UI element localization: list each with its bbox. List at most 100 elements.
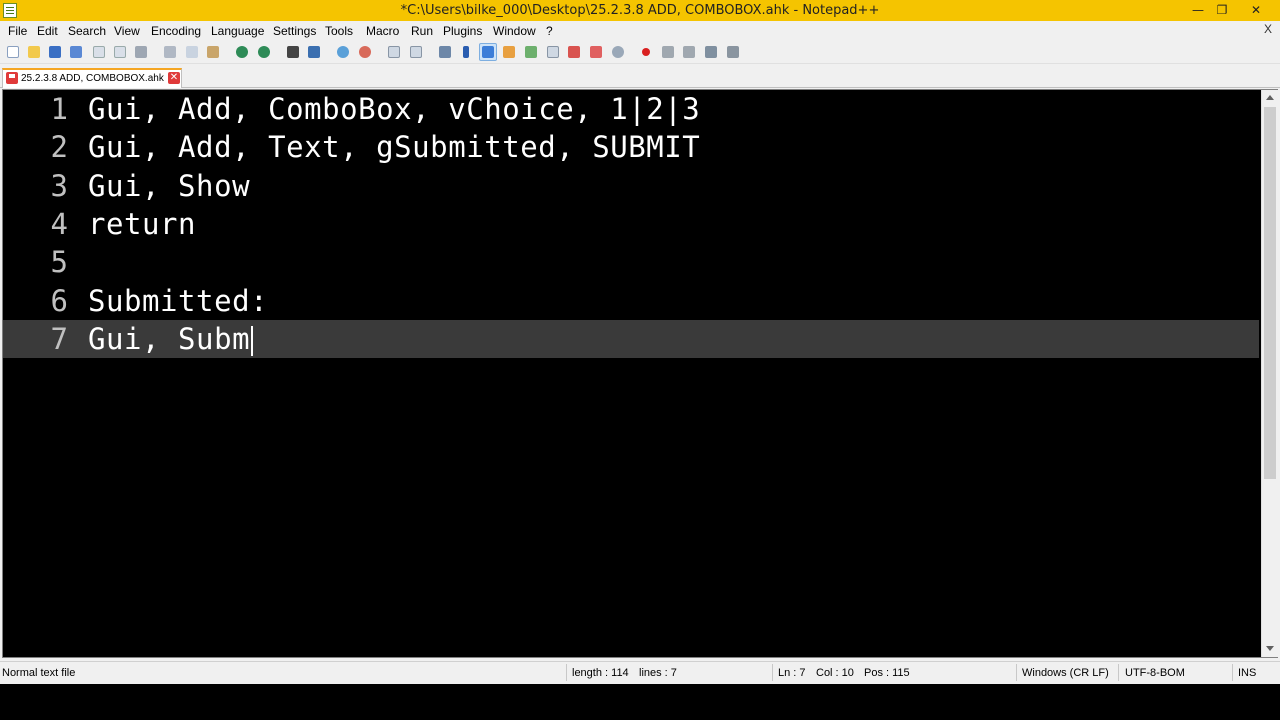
line-number: 3: [50, 169, 68, 203]
code-line[interactable]: 5: [3, 243, 1259, 281]
status-encoding: UTF-8-BOM: [1125, 667, 1185, 679]
line-text[interactable]: Gui, Add, Text, gSubmitted, SUBMIT: [88, 128, 700, 166]
new-file-icon[interactable]: [5, 44, 21, 60]
status-length: length : 114: [572, 667, 629, 679]
status-lines: lines : 7: [639, 667, 677, 679]
sync-horizontal-icon[interactable]: [408, 44, 424, 60]
menu-run[interactable]: Run: [411, 24, 433, 38]
status-divider: [1118, 664, 1119, 681]
save-macro-icon[interactable]: [725, 44, 741, 60]
status-divider: [1016, 664, 1017, 681]
menu-edit[interactable]: Edit: [37, 24, 58, 38]
find-icon[interactable]: [285, 44, 301, 60]
line-number: 2: [50, 130, 68, 164]
line-text-current[interactable]: Gui, Subm: [88, 320, 254, 358]
eye-icon[interactable]: [610, 44, 626, 60]
tab-close-icon[interactable]: ✕: [168, 72, 180, 84]
window-title: *C:\Users\bilke_000\Desktop\25.2.3.8 ADD…: [400, 3, 880, 18]
replace-icon[interactable]: [306, 44, 322, 60]
code-line[interactable]: 2 Gui, Add, Text, gSubmitted, SUBMIT: [3, 128, 1259, 166]
screen-bottom-strip: [0, 684, 1280, 720]
sync-vertical-icon[interactable]: [386, 44, 402, 60]
copy-icon[interactable]: [184, 44, 200, 60]
status-col: Col : 10: [816, 667, 854, 679]
line-number: 5: [50, 245, 68, 279]
toolbar: [0, 40, 1280, 64]
status-divider: [1232, 664, 1233, 681]
close-all-icon[interactable]: [112, 44, 128, 60]
menu-plugins[interactable]: Plugins: [443, 24, 482, 38]
function-list-icon[interactable]: [545, 44, 561, 60]
menu-file[interactable]: File: [8, 24, 27, 38]
print-icon[interactable]: [133, 44, 149, 60]
folder-workspace-icon[interactable]: [566, 44, 582, 60]
doc-map-icon[interactable]: [523, 44, 539, 60]
status-bar: Normal text file length : 114 lines : 7 …: [0, 661, 1280, 683]
zoom-in-icon[interactable]: [335, 44, 351, 60]
paste-icon[interactable]: [205, 44, 221, 60]
title-bar[interactable]: *C:\Users\bilke_000\Desktop\25.2.3.8 ADD…: [0, 0, 1280, 21]
stop-record-icon[interactable]: [660, 44, 676, 60]
vertical-scrollbar[interactable]: [1261, 90, 1278, 657]
menu-search[interactable]: Search: [68, 24, 106, 38]
line-text[interactable]: Gui, Show: [88, 167, 250, 205]
line-number: 4: [50, 207, 68, 241]
scroll-up-icon[interactable]: [1266, 95, 1274, 100]
status-divider: [566, 664, 567, 681]
run-macro-multiple-icon[interactable]: [703, 44, 719, 60]
indent-guide-icon[interactable]: [479, 43, 497, 61]
code-line[interactable]: 3 Gui, Show: [3, 167, 1259, 205]
menu-view[interactable]: View: [114, 24, 140, 38]
menu-encoding[interactable]: Encoding: [151, 24, 201, 38]
save-all-icon[interactable]: [68, 44, 84, 60]
line-text[interactable]: Submitted:: [88, 282, 268, 320]
redo-icon[interactable]: [256, 44, 272, 60]
notepadpp-window: *C:\Users\bilke_000\Desktop\25.2.3.8 ADD…: [0, 0, 1280, 720]
undo-icon[interactable]: [234, 44, 250, 60]
playback-macro-icon[interactable]: [681, 44, 697, 60]
menu-bar: File Edit Search View Encoding Language …: [0, 21, 1280, 40]
status-ln: Ln : 7: [778, 667, 806, 679]
word-wrap-icon[interactable]: [437, 44, 453, 60]
line-number: 1: [50, 92, 68, 126]
record-macro-icon[interactable]: [638, 44, 654, 60]
code-line[interactable]: 6 Submitted:: [3, 282, 1259, 320]
current-code-line[interactable]: 7 Gui, Subm: [3, 320, 1259, 358]
line-number: 6: [50, 284, 68, 318]
status-pos: Pos : 115: [864, 667, 910, 679]
editor[interactable]: 1 Gui, Add, ComboBox, vChoice, 1|2|3 2 G…: [2, 89, 1278, 658]
tab-active-document[interactable]: 25.2.3.8 ADD, COMBOBOX.ahk ✕: [2, 68, 182, 88]
line-text[interactable]: return: [88, 205, 196, 243]
line-number: 7: [50, 322, 68, 356]
save-icon[interactable]: [47, 44, 63, 60]
cut-icon[interactable]: [162, 44, 178, 60]
monitoring-icon[interactable]: [588, 44, 604, 60]
menu-window[interactable]: Window: [493, 24, 536, 38]
menu-tools[interactable]: Tools: [325, 24, 353, 38]
menu-macro[interactable]: Macro: [366, 24, 399, 38]
line-text: Gui, Subm: [88, 322, 251, 356]
code-line[interactable]: 1 Gui, Add, ComboBox, vChoice, 1|2|3: [3, 90, 1259, 128]
close-icon[interactable]: [91, 44, 107, 60]
close-window-button[interactable]: ✕: [1236, 0, 1276, 20]
zoom-out-icon[interactable]: [357, 44, 373, 60]
user-language-icon[interactable]: [501, 44, 517, 60]
status-file-type: Normal text file: [2, 667, 76, 679]
line-text[interactable]: Gui, Add, ComboBox, vChoice, 1|2|3: [88, 90, 700, 128]
tab-label: 25.2.3.8 ADD, COMBOBOX.ahk: [21, 73, 164, 84]
unsaved-icon: [6, 72, 18, 84]
scroll-down-icon[interactable]: [1266, 646, 1274, 651]
tab-bar: 25.2.3.8 ADD, COMBOBOX.ahk ✕: [0, 65, 1280, 88]
status-eol: Windows (CR LF): [1022, 667, 1109, 679]
show-all-chars-icon[interactable]: [458, 44, 474, 60]
menu-language[interactable]: Language: [211, 24, 264, 38]
scroll-thumb[interactable]: [1264, 107, 1276, 479]
text-caret: [251, 326, 254, 356]
code-line[interactable]: 4 return: [3, 205, 1259, 243]
menu-help[interactable]: ?: [546, 24, 553, 38]
menu-settings[interactable]: Settings: [273, 24, 316, 38]
open-file-icon[interactable]: [26, 44, 42, 60]
status-divider: [772, 664, 773, 681]
restore-button[interactable]: ❐: [1208, 0, 1236, 20]
close-document-button[interactable]: X: [1264, 22, 1272, 36]
